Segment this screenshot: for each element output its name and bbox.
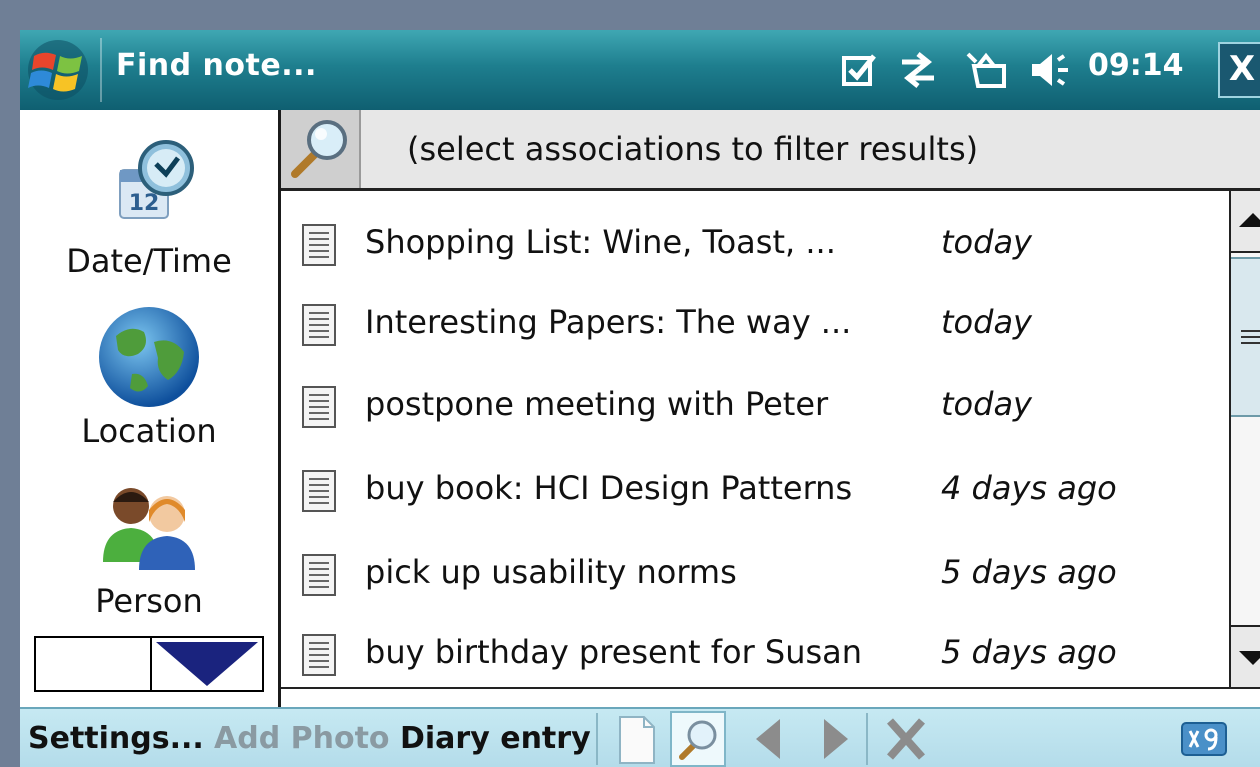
add-photo-menu[interactable]: Add Photo (214, 721, 390, 756)
settings-menu[interactable]: Settings... (28, 721, 204, 756)
delete-icon (887, 718, 925, 760)
list-bottom-border (281, 687, 1260, 709)
menu-separator (866, 713, 868, 765)
search-bar: (select associations to filter results) (281, 110, 1260, 191)
note-title: buy book: HCI Design Patterns (365, 469, 853, 507)
pager-previous-button[interactable] (36, 638, 152, 690)
clock: 09:14 (1088, 48, 1184, 83)
triangle-down-icon (156, 642, 258, 686)
association-label-date-time: Date/Time (66, 242, 232, 280)
calendar-clock-icon: 12 (119, 140, 194, 219)
note-date: today (941, 385, 1032, 423)
input-panel-icon (1181, 722, 1227, 756)
note-date: 4 days ago (941, 469, 1117, 507)
note-icon (302, 470, 336, 512)
list-item[interactable]: Shopping List: Wine, Toast, ... today (281, 205, 1229, 285)
svg-text:12: 12 (129, 191, 160, 216)
menu-bar: Settings... Add Photo Diary entry (20, 707, 1260, 767)
title-separator (100, 38, 102, 102)
list-item[interactable]: buy birthday present for Susan 5 days ag… (281, 615, 1229, 695)
connectivity-icon[interactable] (896, 48, 940, 92)
title-bar: Find note... 09:14 X (20, 30, 1260, 110)
start-button[interactable] (20, 30, 98, 110)
menu-separator (596, 713, 598, 765)
checkbox-icon[interactable] (838, 48, 882, 92)
list-item[interactable]: buy book: HCI Design Patterns 4 days ago (281, 451, 1229, 531)
filter-hint: (select associations to filter results) (407, 130, 979, 168)
grip-icon (1241, 330, 1260, 344)
note-title: postpone meeting with Peter (365, 385, 829, 423)
new-note-button[interactable] (608, 711, 664, 767)
note-date: 5 days ago (941, 553, 1117, 591)
association-pager (34, 636, 264, 692)
new-note-icon (619, 716, 655, 764)
people-icon (103, 488, 195, 570)
association-date-time[interactable]: 12 (20, 134, 278, 238)
signal-off-icon[interactable] (964, 48, 1008, 92)
forward-button[interactable] (806, 711, 862, 767)
note-title: Shopping List: Wine, Toast, ... (365, 223, 836, 261)
note-icon (302, 554, 336, 596)
search-tool-button[interactable] (670, 711, 726, 767)
note-icon (302, 386, 336, 428)
arrow-up-icon (1239, 213, 1260, 227)
diary-entry-menu[interactable]: Diary entry (400, 721, 591, 756)
scroll-thumb[interactable] (1231, 257, 1260, 417)
windows-logo-icon (28, 40, 88, 100)
note-icon (302, 634, 336, 676)
note-icon (302, 224, 336, 266)
note-date: today (941, 223, 1032, 261)
list-item[interactable]: postpone meeting with Peter today (281, 367, 1229, 447)
association-label-person: Person (95, 582, 203, 620)
association-location[interactable] (20, 302, 278, 416)
magnifier-icon (291, 120, 347, 178)
arrow-down-icon (1239, 651, 1260, 665)
note-title: Interesting Papers: The way ... (365, 303, 852, 341)
list-item[interactable]: pick up usability norms 5 days ago (281, 535, 1229, 615)
note-title: pick up usability norms (365, 553, 737, 591)
back-icon (756, 719, 780, 759)
scroll-down-button[interactable] (1231, 625, 1260, 687)
forward-icon (824, 719, 848, 759)
pager-next-button[interactable] (152, 638, 262, 690)
association-panel: 12 Date/Time Location Person (20, 110, 281, 707)
device-screen: Find note... 09:14 X 12 Date/Time Locati… (20, 30, 1260, 767)
globe-icon (99, 307, 199, 407)
keyboard-input-button[interactable] (1178, 717, 1230, 761)
association-person[interactable] (20, 476, 278, 580)
scroll-up-button[interactable] (1231, 191, 1260, 253)
note-icon (302, 304, 336, 346)
note-title: buy birthday present for Susan (365, 633, 863, 671)
search-icon (679, 720, 717, 760)
window-title: Find note... (116, 48, 317, 83)
delete-button[interactable] (878, 711, 934, 767)
note-date: 5 days ago (941, 633, 1117, 671)
results-list: Shopping List: Wine, Toast, ... today In… (281, 191, 1229, 707)
volume-icon[interactable] (1028, 48, 1072, 92)
list-item[interactable]: Interesting Papers: The way ... today (281, 285, 1229, 365)
close-button[interactable]: X (1218, 42, 1260, 98)
results-scrollbar[interactable] (1229, 191, 1260, 687)
note-date: today (941, 303, 1032, 341)
search-button[interactable] (281, 110, 361, 188)
back-button[interactable] (742, 711, 798, 767)
association-label-location: Location (81, 412, 217, 450)
